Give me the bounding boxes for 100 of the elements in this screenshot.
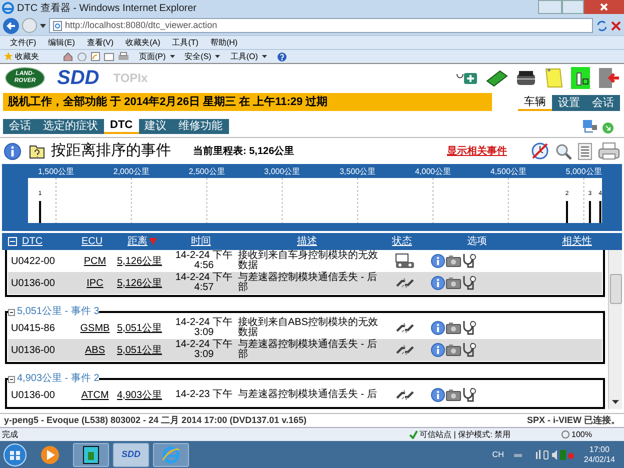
distance-link[interactable]: 5,051公里 — [117, 320, 162, 336]
scrollbar-thumb[interactable] — [610, 274, 622, 304]
stethoscope-icon[interactable] — [462, 253, 477, 269]
feed-icon[interactable] — [91, 52, 100, 61]
command-menu[interactable]: 页面(P) — [139, 50, 166, 62]
clock-time[interactable]: 17:00 — [589, 444, 610, 454]
device-icon[interactable] — [516, 70, 536, 86]
camera-icon[interactable] — [446, 255, 461, 267]
related-events-link[interactable]: 显示相关事件 — [447, 144, 507, 158]
language-indicator[interactable]: CH — [492, 448, 504, 460]
info-icon[interactable] — [431, 321, 445, 335]
exit-icon[interactable] — [598, 67, 620, 89]
group-title[interactable]: 5,051公里 - 事件 3 — [17, 307, 100, 317]
ecu-link[interactable]: PCM — [84, 254, 106, 268]
camera-icon[interactable] — [446, 322, 461, 334]
home-icon[interactable] — [63, 52, 73, 61]
event-marker[interactable] — [566, 201, 568, 223]
menu-item[interactable]: 帮助(H) — [210, 38, 238, 48]
stethoscope-icon[interactable] — [462, 342, 477, 358]
info-icon[interactable] — [431, 388, 445, 402]
column-header[interactable]: 距离 — [128, 234, 156, 249]
column-header[interactable]: 相关性 — [562, 234, 592, 249]
menu-item[interactable]: 工具(T) — [172, 38, 198, 48]
zoom-level[interactable]: 100% — [572, 428, 592, 440]
info-icon[interactable] — [431, 343, 445, 357]
mail-icon[interactable] — [104, 52, 114, 60]
distance-link[interactable]: 5,051公里 — [117, 342, 162, 358]
info-icon[interactable] — [431, 254, 445, 268]
start-button-icon[interactable] — [3, 442, 27, 466]
help-icon[interactable] — [276, 52, 287, 62]
tab[interactable]: 会话 — [3, 119, 37, 134]
table-row[interactable]: U0136-00 ABS 5,051公里 14-2-24 下午 3:09 与差速器控制模块通信丢失 - 后部 — [8, 339, 602, 361]
nav-tab[interactable]: 设置 — [552, 95, 586, 111]
menu-item[interactable]: 收藏夹(A) — [126, 38, 160, 48]
back-button[interactable] — [3, 18, 19, 34]
address-field[interactable]: http://localhost:8080/dtc_viewer.action — [49, 18, 593, 33]
event-marker[interactable] — [599, 201, 602, 223]
stethoscope-icon[interactable] — [462, 387, 477, 403]
dropdown-icon[interactable] — [40, 24, 46, 28]
printer-icon[interactable] — [598, 142, 620, 160]
scroll-down-icon[interactable] — [612, 400, 619, 404]
broken-link-icon[interactable] — [395, 388, 415, 402]
ecu-link[interactable]: ATCM — [81, 388, 109, 402]
broken-link-icon[interactable] — [395, 343, 415, 357]
column-header[interactable]: 选项 — [467, 234, 487, 249]
collapse-icon[interactable] — [8, 308, 15, 316]
menu-item[interactable]: 编辑(E) — [48, 38, 75, 48]
list-icon[interactable] — [578, 142, 592, 160]
module-icon[interactable] — [395, 253, 415, 269]
stop-icon[interactable] — [611, 20, 621, 30]
command-menu[interactable]: 安全(S) — [184, 50, 212, 62]
menu-item[interactable]: 查看(V) — [86, 38, 114, 48]
folder-icon[interactable] — [29, 144, 45, 158]
camera-icon[interactable] — [446, 277, 461, 289]
medical-kit-icon[interactable] — [456, 71, 478, 85]
favorites-button[interactable]: 收藏夹 — [15, 50, 39, 62]
tray-icons-drawing[interactable] — [514, 448, 574, 460]
distance-link[interactable]: 4,903公里 — [117, 388, 162, 402]
table-row[interactable]: U0136-00 IPC 5,126公里 14-2-24 下午 4:57 与差速器控制模块通信丢失 - 后部 — [8, 272, 602, 294]
tab[interactable]: DTC — [104, 119, 139, 134]
ecu-link[interactable]: ABS — [84, 342, 105, 358]
tab[interactable]: 建议 — [138, 119, 173, 134]
camera-icon[interactable] — [446, 389, 461, 401]
computer-icon[interactable] — [582, 118, 598, 134]
stethoscope-icon[interactable] — [462, 320, 477, 336]
close-button[interactable] — [584, 0, 624, 14]
column-header[interactable]: DTC — [22, 234, 43, 249]
broken-link-icon[interactable] — [395, 321, 415, 335]
column-header[interactable]: 描述 — [297, 234, 317, 249]
nav-tab[interactable]: 车辆 — [518, 95, 552, 111]
collapse-icon[interactable] — [8, 376, 15, 382]
clock-date[interactable]: 24/02/14 — [584, 454, 615, 464]
camera-icon[interactable] — [446, 344, 461, 356]
search-icon[interactable] — [555, 142, 572, 160]
nav-tab[interactable]: 会话 — [586, 95, 620, 111]
distance-link[interactable]: 5,126公里 — [117, 254, 162, 268]
tab[interactable]: 选定的症状 — [37, 119, 104, 134]
ecu-link[interactable]: IPC — [86, 276, 104, 290]
printer-icon[interactable] — [118, 52, 129, 61]
info-icon[interactable] — [431, 276, 445, 290]
stethoscope-icon[interactable] — [462, 275, 477, 291]
taskbar-button[interactable] — [73, 442, 109, 466]
column-header[interactable]: 状态 — [392, 234, 412, 249]
event-marker[interactable] — [39, 201, 42, 223]
event-marker[interactable] — [588, 201, 591, 223]
taskbar-button[interactable]: SDD — [113, 442, 149, 466]
command-menu[interactable]: 工具(O) — [230, 50, 258, 62]
column-header[interactable]: ECU — [81, 234, 103, 249]
info-icon[interactable] — [4, 142, 21, 160]
scrollbar[interactable] — [608, 250, 622, 409]
menu-item[interactable]: 文件(F) — [10, 38, 36, 48]
broken-link-icon[interactable] — [395, 276, 415, 290]
distance-link[interactable]: 5,126公里 — [117, 276, 162, 290]
security-zone[interactable]: 可信站点 | 保护模式: 禁用 — [420, 428, 511, 440]
column-header[interactable]: 时间 — [191, 234, 211, 249]
tab[interactable]: 维修功能 — [172, 119, 229, 134]
media-player-icon[interactable] — [39, 444, 61, 466]
ecu-link[interactable]: GSMB — [80, 320, 110, 336]
clock-off-icon[interactable] — [531, 142, 549, 160]
refresh-icon[interactable] — [596, 20, 608, 32]
